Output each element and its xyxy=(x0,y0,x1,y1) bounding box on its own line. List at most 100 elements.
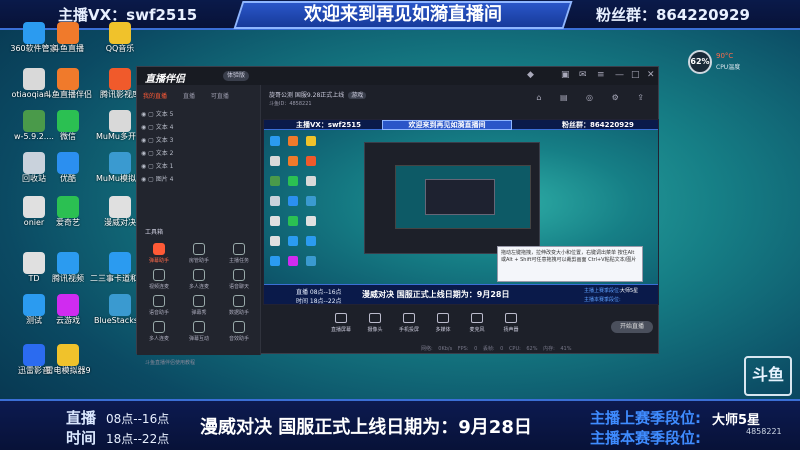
control-button[interactable]: 扬声器 xyxy=(491,313,531,333)
desktop-icon[interactable]: 斗鱼直播 xyxy=(38,22,98,54)
desktop-icon-label: 爱奇艺 xyxy=(56,218,80,227)
source-item[interactable]: ◉ ▢ 图片 4 xyxy=(141,174,173,184)
tool-icon xyxy=(193,321,205,333)
preview-top-banner: 主播VX：swf2515 欢迎来到再见如漪直播间 粉丝群：864220929 xyxy=(264,120,658,130)
app-icon xyxy=(109,294,131,316)
preview-last-season: 主播上赛季段位: xyxy=(584,288,621,294)
status-bar: 网络: 0Kb/s FPS: 0 丢帧: 0 CPU: 62% 内存: 41% xyxy=(421,346,572,352)
app-icon xyxy=(109,110,131,132)
message-icon[interactable]: ✉ xyxy=(579,70,587,80)
maximize-icon[interactable]: □ xyxy=(631,70,640,80)
time-slot-2: 18点--22点 xyxy=(106,432,170,446)
close-icon[interactable]: ✕ xyxy=(647,70,655,80)
app-logo: 直播伴侣 xyxy=(145,74,185,85)
minimize-icon[interactable]: — xyxy=(615,70,624,80)
skin-icon[interactable]: ▣ xyxy=(561,70,570,80)
tool-item[interactable]: 语音助手 xyxy=(141,295,177,316)
tool-icon xyxy=(233,295,245,307)
app-icon xyxy=(57,22,79,44)
tool-icon xyxy=(233,321,245,333)
tool-icon xyxy=(153,269,165,281)
preview-app-icon xyxy=(288,256,298,266)
preview-app-icon xyxy=(270,256,280,266)
app-icon xyxy=(109,196,131,218)
tool-item[interactable]: 弹幕互动 xyxy=(181,321,217,342)
toolbox-title: 工具箱 xyxy=(145,229,164,236)
preview-app-icon xyxy=(270,236,280,246)
desktop-icon[interactable]: 云游戏 xyxy=(38,294,98,326)
tool-item[interactable]: 弹幕助手 xyxy=(141,243,177,264)
streaming-app-window: 直播伴侣 体验版 ◆ ▣ ✉ ≡ — □ ✕ 我的直播 直播 可直播 ◉ ▢ 文… xyxy=(136,66,660,366)
tool-label: 主播任务 xyxy=(228,258,249,264)
time-slot-1: 08点--16点 xyxy=(106,412,170,426)
scene-tabs: 我的直播 直播 可直播 xyxy=(143,91,243,100)
room-title: 旋哥公测 国服9.28正式上线 游戏 xyxy=(269,90,367,99)
desktop-icon[interactable]: 雷电模拟器9 xyxy=(38,344,98,376)
tool-item[interactable]: 房管助手 xyxy=(181,243,217,264)
tool-item[interactable]: 数据助手 xyxy=(221,295,257,316)
mascot-icon: ◆ xyxy=(527,70,534,80)
control-label: 扬声器 xyxy=(503,327,519,333)
stream-preview[interactable]: 主播VX：swf2515 欢迎来到再见如漪直播间 粉丝群：864220929 拖… xyxy=(263,119,659,305)
room-tag[interactable]: 游戏 xyxy=(348,92,367,99)
tutorial-link[interactable]: 斗鱼直播伴侣使用教程 xyxy=(145,359,195,366)
desktop-icon[interactable]: 腾讯视频 xyxy=(38,252,98,284)
app-icon xyxy=(57,252,79,274)
cpu-label: CPU温度 xyxy=(716,64,741,71)
tool-item[interactable]: 多人连麦 xyxy=(181,269,217,290)
app-icon xyxy=(57,68,79,90)
tool-label: 弹幕互动 xyxy=(188,336,209,342)
douyu-logo: 斗鱼 xyxy=(744,356,792,396)
tool-icon xyxy=(153,243,165,255)
tool-label: 语音助手 xyxy=(148,310,169,316)
tool-item[interactable]: 视频连麦 xyxy=(141,269,177,290)
room-tool-icons[interactable]: ⌂ ▤ ◎ ⚙ ⇪ xyxy=(536,93,652,102)
preview-app-icon xyxy=(306,196,316,206)
source-item[interactable]: ◉ ▢ 文本 1 xyxy=(141,161,173,171)
menu-icon[interactable]: ≡ xyxy=(597,70,605,80)
desktop-icon[interactable]: QQ音乐 xyxy=(90,22,150,54)
desktop-icon[interactable]: 优酷 xyxy=(38,152,98,184)
desktop-icon[interactable]: 爱奇艺 xyxy=(38,196,98,228)
source-item[interactable]: ◉ ▢ 文本 2 xyxy=(141,148,173,158)
source-item[interactable]: ◉ ▢ 文本 4 xyxy=(141,122,173,132)
tool-icon xyxy=(153,321,165,333)
tool-label: 视频连麦 xyxy=(148,284,169,290)
right-panel: 旋哥公测 国服9.28正式上线 游戏 斗鱼ID：4858221 ⌂ ▤ ◎ ⚙ ⇪… xyxy=(261,85,660,355)
tool-item[interactable]: 音效助手 xyxy=(221,321,257,342)
preview-app-icon xyxy=(306,156,316,166)
desktop-icon[interactable]: 微信 xyxy=(38,110,98,142)
tab-my-live[interactable]: 我的直播 xyxy=(143,93,167,100)
preview-nested-window xyxy=(364,142,540,254)
tool-icon xyxy=(193,295,205,307)
tool-item[interactable]: 弹幕秀 xyxy=(181,295,217,316)
tool-label: 数据助手 xyxy=(228,310,249,316)
start-live-button[interactable]: 开始直播 xyxy=(611,321,653,333)
tab-live[interactable]: 直播 xyxy=(183,93,195,100)
version-pill[interactable]: 体验版 xyxy=(223,71,250,81)
tool-item[interactable]: 语音聊天 xyxy=(221,269,257,290)
tool-icon xyxy=(193,269,205,281)
last-season-rank-label: 主播上赛季段位: xyxy=(590,409,701,427)
app-icon xyxy=(109,22,131,44)
preview-nested-window-2 xyxy=(425,179,495,215)
desktop-icon-label: 斗鱼直播伴侣 xyxy=(44,90,92,99)
source-item[interactable]: ◉ ▢ 文本 5 xyxy=(141,109,173,119)
preview-app-icon xyxy=(288,196,298,206)
tool-item[interactable]: 主播任务 xyxy=(221,243,257,264)
source-item[interactable]: ◉ ▢ 文本 3 xyxy=(141,135,173,145)
help-tooltip: 拖动左键拖拽，拉伸改变大小和位置，右键调出菜单 按住Alt或Alt + Shif… xyxy=(497,246,643,282)
preview-this-season: 主播本赛季段位: xyxy=(584,297,621,303)
preview-app-icon xyxy=(306,176,316,186)
room-number: 4858221 xyxy=(746,427,782,436)
desktop-icon-label: 优酷 xyxy=(60,174,76,183)
rank-value: 大师5星 xyxy=(712,413,761,428)
tab-available[interactable]: 可直播 xyxy=(211,93,229,100)
tool-item[interactable]: 多人连麦 xyxy=(141,321,177,342)
preview-slot-2: 时间 18点--22点 xyxy=(296,298,342,305)
app-icon xyxy=(57,152,79,174)
desktop-icon[interactable]: 斗鱼直播伴侣 xyxy=(38,68,98,100)
tool-label: 语音聊天 xyxy=(228,284,249,290)
control-icon xyxy=(335,313,347,323)
app-icon xyxy=(109,68,131,90)
